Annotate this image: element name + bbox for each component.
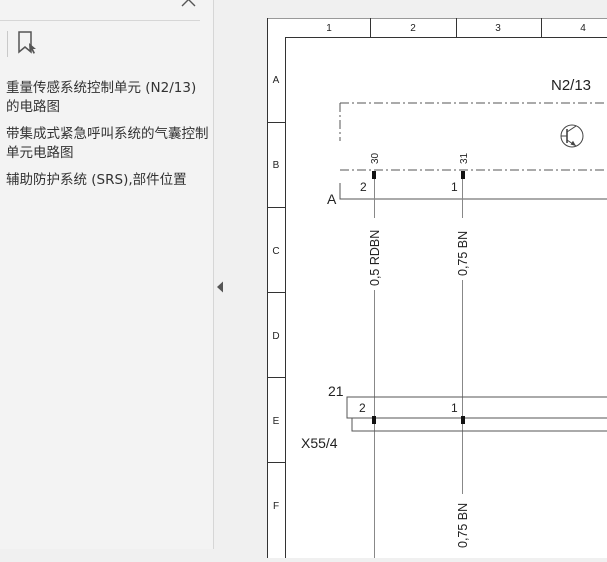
component-label-n2-13: N2/13	[551, 77, 591, 94]
document-viewport[interactable]: 1 2 3 4 A B C D E F N2/13 A 2 1 30 31 0,…	[227, 0, 607, 558]
x55-number: 21	[328, 383, 344, 399]
column-header-2: 2	[410, 23, 416, 34]
connector-a-label: A	[327, 191, 337, 207]
outline-item-n2-13-circuit[interactable]: 重量传感系统控制单元 (N2/13) 的电路图	[6, 79, 212, 117]
pin-marker-left-top	[372, 171, 376, 179]
toolbar-separator	[7, 31, 8, 57]
wire-right-label: 0,75 BN	[456, 231, 470, 276]
close-panel-button[interactable]	[178, 0, 200, 13]
pin-marker-right-x55	[461, 416, 465, 424]
connector-a-pin-2: 2	[360, 180, 367, 194]
connector-x55-outline	[346, 396, 607, 432]
connector-a-pin-1: 1	[451, 180, 458, 194]
wire-number-30: 30	[370, 152, 381, 164]
wiring-diagram: 1 2 3 4 A B C D E F N2/13 A 2 1 30 31 0,…	[267, 17, 607, 558]
collapse-sidebar-button[interactable]	[214, 276, 226, 298]
outline-item-airbag-circuit[interactable]: 带集成式紧急呼叫系统的气囊控制单元电路图	[6, 125, 212, 163]
close-icon	[181, 0, 196, 7]
connector-a-outline	[339, 183, 607, 200]
row-header-d: D	[272, 331, 279, 342]
document-page: 1 2 3 4 A B C D E F N2/13 A 2 1 30 31 0,…	[267, 17, 607, 558]
row-header-e: E	[273, 416, 280, 427]
triangle-left-icon	[217, 281, 223, 293]
wire-number-31: 31	[459, 152, 470, 164]
connector-x55-pin-1: 1	[451, 401, 458, 415]
wire-left-label: 0,5 RDBN	[368, 230, 382, 286]
wire-right-lower-label: 0,75 BN	[456, 503, 470, 548]
column-header-1: 1	[326, 23, 332, 34]
transistor-symbol	[560, 124, 584, 148]
bookmark-icon	[18, 31, 36, 54]
row-header-a: A	[273, 75, 280, 86]
connector-x55-pin-2: 2	[359, 401, 366, 415]
column-header-4: 4	[580, 23, 586, 34]
row-header-b: B	[273, 160, 280, 171]
panel-divider	[0, 20, 200, 21]
row-header-c: C	[272, 246, 279, 257]
outline-item-srs-locations[interactable]: 辅助防护系统 (SRS),部件位置	[6, 171, 212, 190]
column-header-3: 3	[495, 23, 501, 34]
bookmarks-panel: 重量传感系统控制单元 (N2/13) 的电路图 带集成式紧急呼叫系统的气囊控制单…	[0, 0, 214, 549]
pin-marker-right-top	[461, 171, 465, 179]
x55-label: X55/4	[301, 435, 338, 451]
row-header-f: F	[273, 501, 279, 512]
pin-marker-left-x55	[372, 416, 376, 424]
bookmark-options-button[interactable]	[14, 29, 40, 57]
